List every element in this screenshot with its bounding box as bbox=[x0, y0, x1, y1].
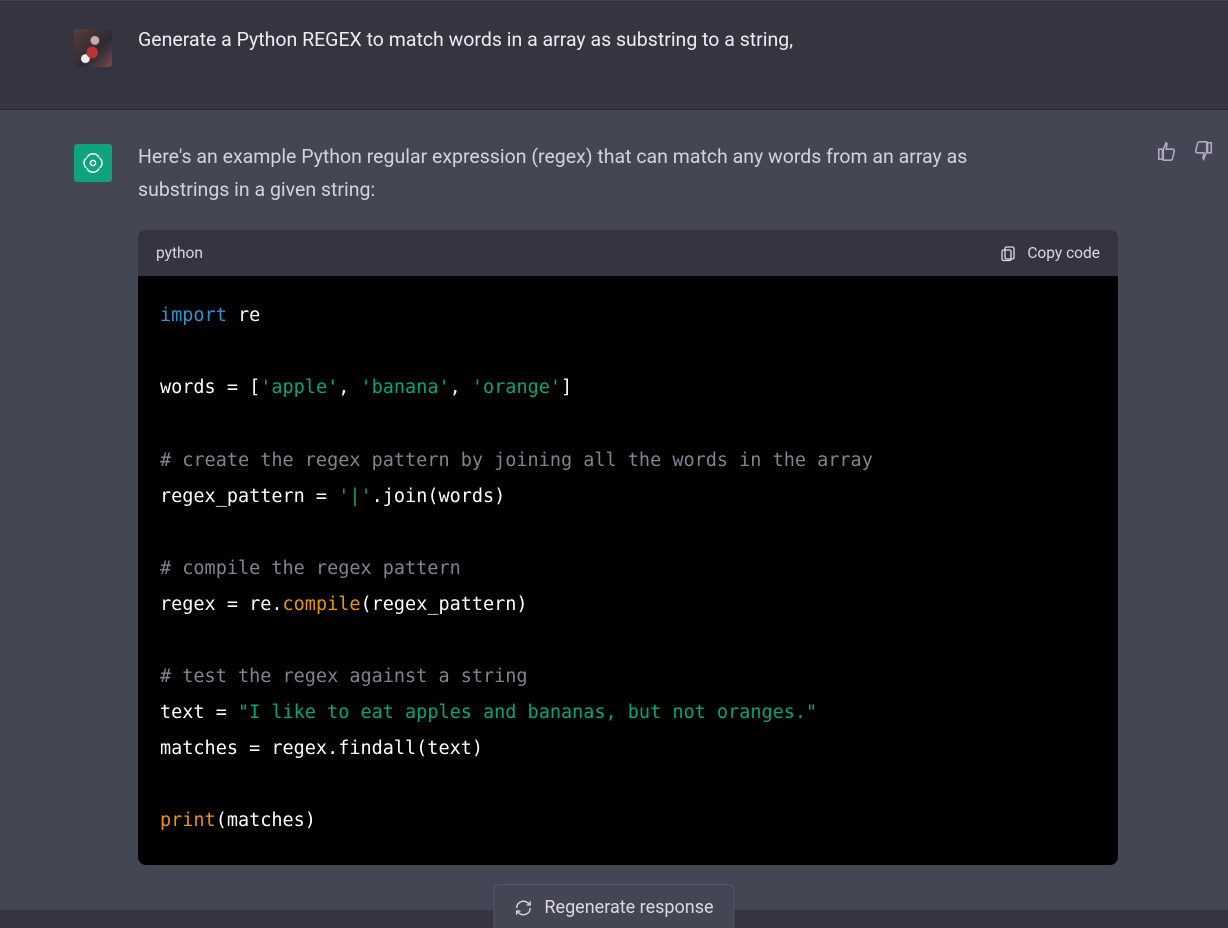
clipboard-icon bbox=[999, 244, 1017, 262]
assistant-avatar bbox=[74, 144, 112, 182]
thumbs-down-icon[interactable] bbox=[1192, 140, 1214, 162]
user-avatar bbox=[74, 29, 112, 67]
code-block: python Copy code import re words = ['app… bbox=[138, 230, 1118, 865]
regenerate-label: Regenerate response bbox=[544, 897, 713, 918]
assistant-message-row: Here's an example Python regular express… bbox=[0, 110, 1228, 910]
openai-logo-icon bbox=[80, 150, 106, 176]
copy-code-button[interactable]: Copy code bbox=[999, 244, 1100, 262]
regenerate-button[interactable]: Regenerate response bbox=[493, 884, 734, 928]
feedback-buttons bbox=[1156, 140, 1214, 162]
code-language-label: python bbox=[156, 244, 203, 262]
user-message-text: Generate a Python REGEX to match words i… bbox=[138, 25, 1138, 55]
thumbs-up-icon[interactable] bbox=[1156, 140, 1178, 162]
code-content: import re words = ['apple', 'banana', 'o… bbox=[138, 276, 1118, 865]
refresh-icon bbox=[514, 899, 532, 917]
assistant-message-text: Here's an example Python regular express… bbox=[138, 140, 1138, 206]
user-message-row: Generate a Python REGEX to match words i… bbox=[0, 0, 1228, 110]
code-block-header: python Copy code bbox=[138, 230, 1118, 276]
copy-code-label: Copy code bbox=[1027, 244, 1100, 262]
